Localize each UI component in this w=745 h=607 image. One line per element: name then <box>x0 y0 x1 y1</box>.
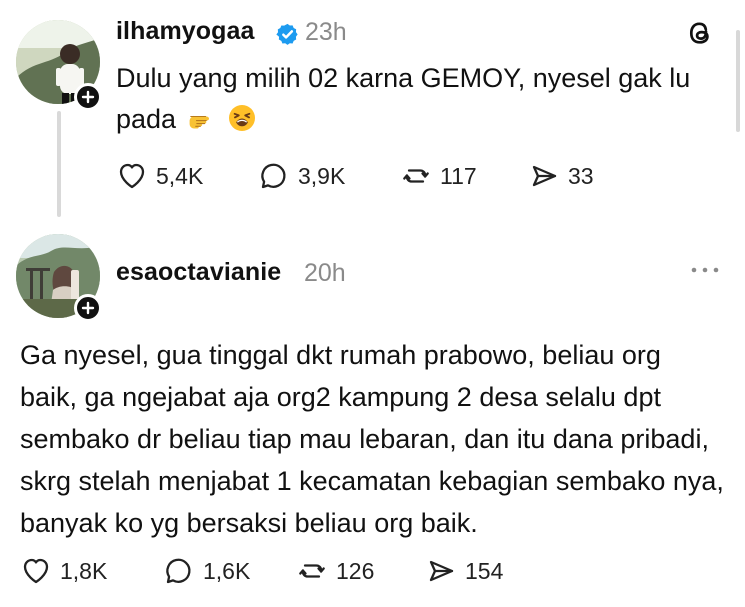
send-icon <box>429 560 454 582</box>
like-count-1: 5,4K <box>156 162 204 189</box>
post-actions-1: 5,4K 3,9K 117 33 <box>116 160 644 192</box>
heart-icon <box>119 163 145 189</box>
post-time-1: 23h <box>305 18 347 46</box>
like-button-1[interactable]: 5,4K <box>116 160 224 192</box>
post-time-2: 20h <box>304 259 346 287</box>
heart-icon <box>23 558 49 584</box>
reply-count-1: 3,9K <box>298 162 346 189</box>
post-body-2: Ga nyesel, gua tinggal dkt rumah prabowo… <box>20 340 724 538</box>
share-count-2: 154 <box>465 557 504 584</box>
share-button-2[interactable]: 154 <box>425 555 503 587</box>
post-author-name-2[interactable]: esaoctavianie <box>116 258 281 287</box>
reply-button-1[interactable]: 3,9K <box>258 160 362 192</box>
share-count-1: 33 <box>568 162 594 189</box>
repost-icon <box>299 564 325 578</box>
thread-connector-line <box>57 111 61 217</box>
repost-count-2: 126 <box>336 557 375 584</box>
page-scrollbar[interactable] <box>736 30 740 132</box>
follow-plus-button-1[interactable] <box>74 83 102 111</box>
reply-button-2[interactable]: 1,6K <box>163 555 263 587</box>
more-horizontal-icon[interactable] <box>687 260 723 280</box>
plus-icon <box>81 301 95 315</box>
send-icon <box>532 165 557 187</box>
repost-button-1[interactable]: 117 <box>400 160 482 192</box>
verified-badge-icon <box>276 23 298 45</box>
plus-icon <box>81 90 95 104</box>
like-button-2[interactable]: 1,8K <box>20 555 128 587</box>
tired-face-emoji <box>229 105 256 131</box>
like-count-2: 1,8K <box>60 557 108 584</box>
repost-button-2[interactable]: 126 <box>296 555 392 587</box>
repost-icon <box>403 169 429 183</box>
threads-logo-icon[interactable] <box>685 18 715 48</box>
post-actions-2: 1,8K 1,6K 126 154 <box>20 555 553 587</box>
comment-icon <box>166 558 191 584</box>
share-button-1[interactable]: 33 <box>528 160 594 192</box>
repost-count-1: 117 <box>440 162 477 189</box>
pointing-left-hand-emoji <box>189 115 209 129</box>
post-body-1: Dulu yang milih 02 karna GEMOY, nyesel g… <box>116 58 736 140</box>
post-author-name-1[interactable]: ilhamyogaa <box>116 17 255 46</box>
comment-icon <box>261 163 286 189</box>
reply-count-2: 1,6K <box>203 557 251 584</box>
follow-plus-button-2[interactable] <box>74 294 102 322</box>
